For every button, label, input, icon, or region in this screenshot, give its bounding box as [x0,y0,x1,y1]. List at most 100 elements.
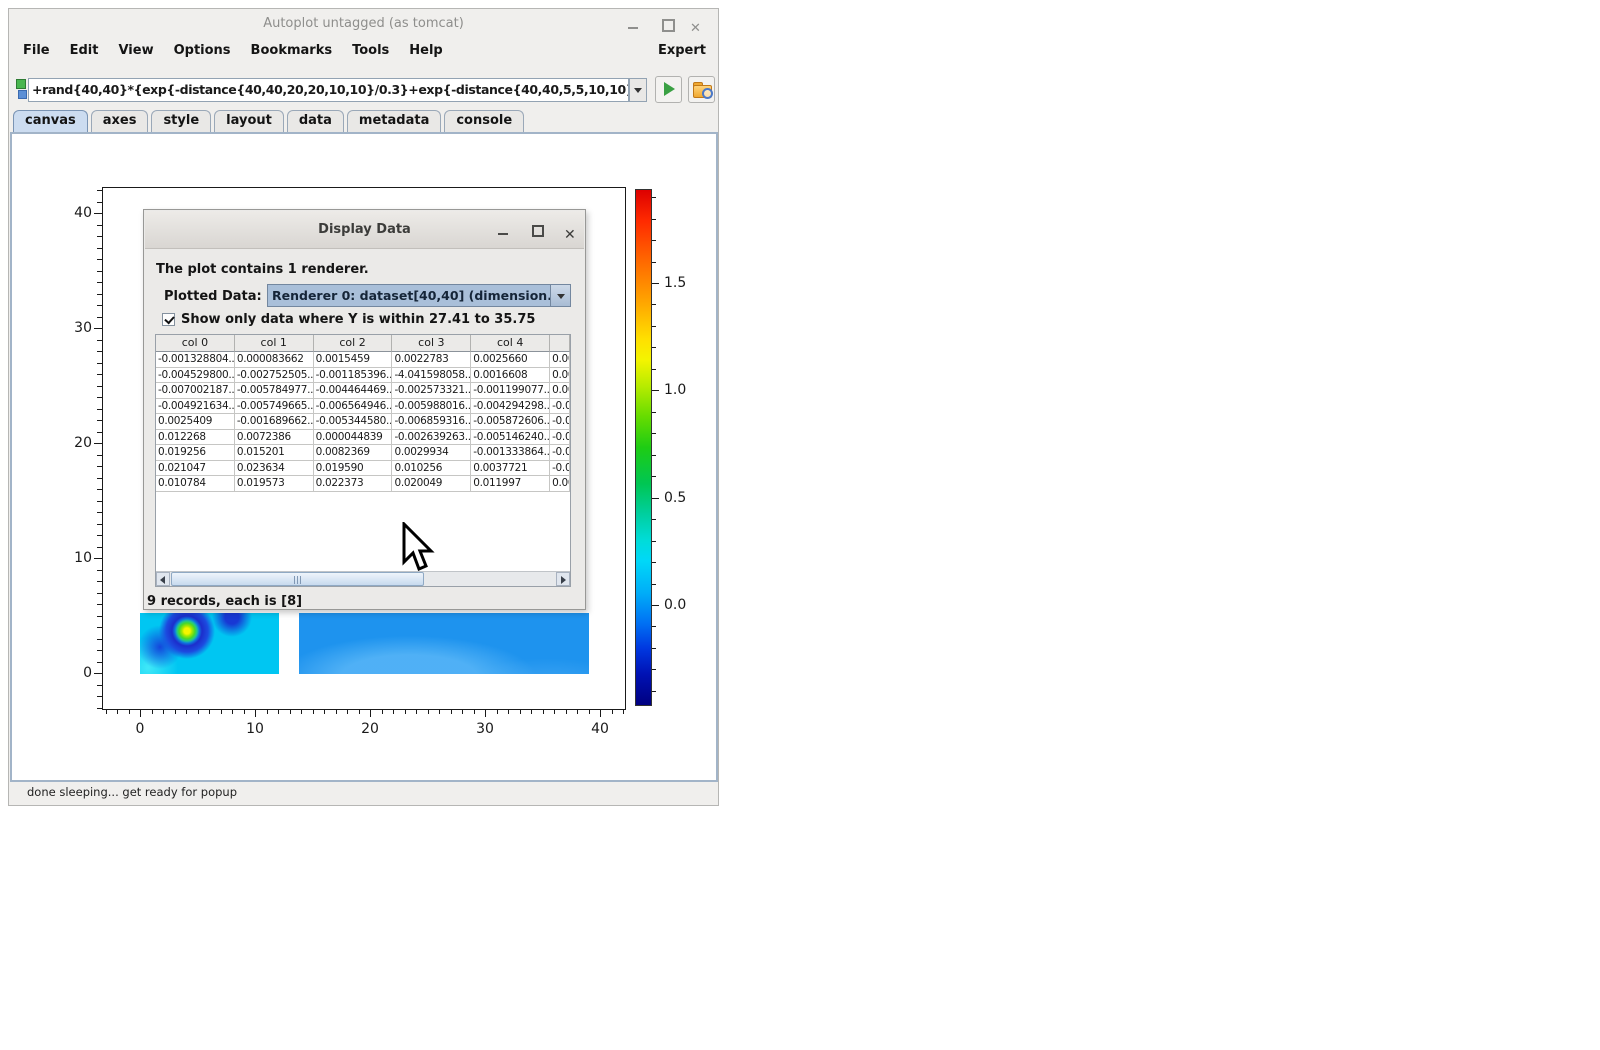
table-cell[interactable]: -0.005749665... [235,399,314,415]
plotted-data-select-arrow[interactable] [550,284,571,307]
scroll-left-button[interactable] [156,572,170,586]
table-cell[interactable]: 0.022373 [314,476,393,492]
uri-input[interactable]: +rand{40,40}*{exp{-distance{40,40,20,20,… [28,78,629,102]
tab-canvas[interactable]: canvas [13,110,88,132]
table-cell[interactable]: -0.002639263... [392,430,471,446]
table-cell[interactable]: -0.00 [550,461,570,477]
table-cell[interactable]: -0.00 [550,399,570,415]
table-cell[interactable]: 0.0037721 [471,461,550,477]
table-cell[interactable]: 0.023634 [235,461,314,477]
table-cell[interactable]: 0.012268 [156,430,235,446]
dialog-titlebar[interactable]: Display Data ✕ [145,211,584,249]
table-cell[interactable]: -0.002752505... [235,368,314,384]
table-cell[interactable]: 0.00 [550,383,570,399]
table-cell[interactable]: -0.001185396... [314,368,393,384]
minimize-icon[interactable] [626,17,642,31]
table-cell[interactable]: 0.019590 [314,461,393,477]
table-cell[interactable]: -0.00 [550,430,570,446]
table-cell[interactable]: -0.007002187... [156,383,235,399]
table-cell[interactable]: 0.020049 [392,476,471,492]
scroll-right-button[interactable] [556,572,570,586]
table-cell[interactable]: 0.0022783 [392,352,471,368]
table-cell[interactable]: 0.019573 [235,476,314,492]
y-axis-tick [97,650,102,651]
tab-axes[interactable]: axes [91,110,149,132]
table-cell[interactable]: -0.004921634... [156,399,235,415]
plotted-data-select[interactable]: Renderer 0: dataset[40,40] (dimension... [267,284,551,307]
table-cell[interactable]: 0.0082369 [314,445,393,461]
column-header[interactable]: col 1 [235,335,314,352]
titlebar[interactable]: Autoplot untagged (as tomcat) ✕ [9,9,718,39]
expert-toggle[interactable]: Expert [658,43,706,58]
column-header[interactable] [550,335,570,352]
table-cell[interactable]: -0.001333864... [471,445,550,461]
dialog-maximize-icon[interactable] [531,224,545,237]
table-cell[interactable]: -0.005988016... [392,399,471,415]
dialog-close-icon[interactable]: ✕ [564,224,578,237]
table-cell[interactable]: -0.001199077... [471,383,550,399]
table-cell[interactable]: -0.002573321... [392,383,471,399]
table-cell[interactable]: 0.00 [550,476,570,492]
data-source-indicator-icon[interactable] [18,90,27,99]
table-cell[interactable]: 0.0025660 [471,352,550,368]
table-cell[interactable]: 0.000044839 [314,430,393,446]
table-cell[interactable]: 0.010256 [392,461,471,477]
table-cell[interactable]: -0.004464469... [314,383,393,399]
column-header[interactable]: col 3 [392,335,471,352]
plot-go-button[interactable] [655,76,682,103]
menu-tools[interactable]: Tools [342,39,399,62]
horizontal-scrollbar[interactable] [156,571,570,586]
y-axis-tick [97,363,102,364]
dialog-minimize-icon[interactable] [497,224,511,237]
tab-data[interactable]: data [287,110,344,132]
maximize-icon[interactable] [660,17,676,31]
table-cell[interactable]: -0.005784977... [235,383,314,399]
table-cell[interactable]: 0.0016608 [471,368,550,384]
table-cell[interactable]: 0.0029934 [392,445,471,461]
table-cell[interactable]: 0.011997 [471,476,550,492]
tab-layout[interactable]: layout [214,110,284,132]
uri-dropdown-button[interactable] [629,78,647,102]
scrollbar-thumb[interactable] [171,572,424,586]
menu-options[interactable]: Options [164,39,241,62]
column-header[interactable]: col 2 [314,335,393,352]
table-cell[interactable]: 0.000083662 [235,352,314,368]
table-cell[interactable]: 0.0015459 [314,352,393,368]
tab-console[interactable]: console [444,110,524,132]
menu-edit[interactable]: Edit [60,39,109,62]
menu-help[interactable]: Help [399,39,452,62]
table-cell[interactable]: -0.001689662... [235,414,314,430]
menu-bookmarks[interactable]: Bookmarks [241,39,343,62]
colorbar[interactable] [635,189,652,706]
tab-style[interactable]: style [151,110,211,132]
column-header[interactable]: col 4 [471,335,550,352]
table-cell[interactable]: -0.00 [550,445,570,461]
table-cell[interactable]: 0.019256 [156,445,235,461]
table-cell[interactable]: -0.005344580... [314,414,393,430]
table-cell[interactable]: -0.004294298... [471,399,550,415]
tab-metadata[interactable]: metadata [347,110,441,132]
table-cell[interactable]: -0.006564946... [314,399,393,415]
table-cell[interactable]: 0.0072386 [235,430,314,446]
table-cell[interactable]: 0.010784 [156,476,235,492]
table-cell[interactable]: 0.00 [550,368,570,384]
table-header-row: col 0col 1col 2col 3col 4 [156,335,570,352]
table-cell[interactable]: 0.0025409 [156,414,235,430]
plot-element-indicator-icon[interactable] [16,79,26,89]
menu-view[interactable]: View [108,39,163,62]
filter-checkbox[interactable] [162,313,175,326]
table-cell[interactable]: 0.021047 [156,461,235,477]
table-cell[interactable]: -0.004529800... [156,368,235,384]
table-cell[interactable]: -0.005872606... [471,414,550,430]
table-cell[interactable]: -4.041598058... [392,368,471,384]
table-cell[interactable]: -0.001328804... [156,352,235,368]
table-cell[interactable]: 0.015201 [235,445,314,461]
table-cell[interactable]: -0.00 [550,414,570,430]
column-header[interactable]: col 0 [156,335,235,352]
table-cell[interactable]: 0.00 [550,352,570,368]
close-icon[interactable]: ✕ [690,17,706,31]
table-cell[interactable]: -0.005146240... [471,430,550,446]
table-cell[interactable]: -0.006859316... [392,414,471,430]
file-browse-button[interactable] [688,76,715,103]
menu-file[interactable]: File [13,39,60,62]
